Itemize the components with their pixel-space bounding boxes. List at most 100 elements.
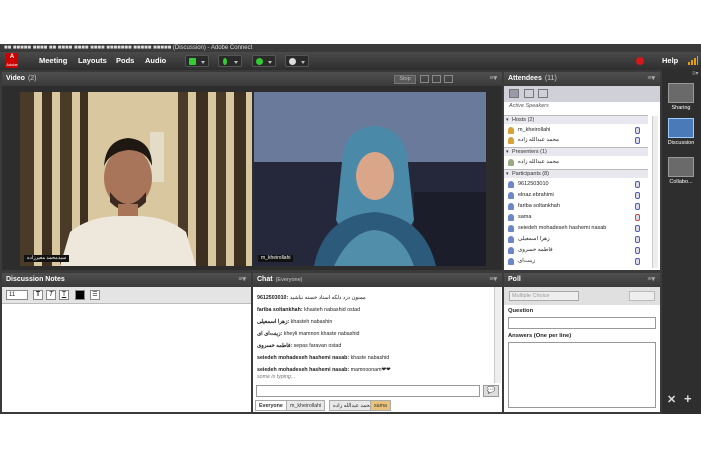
attendee-row[interactable]: seiedeh mohadeseh hashemi nasab [504,224,648,233]
add-layout-icon[interactable]: + [684,391,692,406]
pod-menu-icon[interactable]: ≡▾ [238,273,246,287]
attendee-row[interactable]: sama [504,213,648,222]
layout-label: Sharing [671,105,691,111]
chat-sender: seiedeh mohadeseh hashemi nasab: [257,355,350,361]
layout-large-icon[interactable] [444,75,453,83]
notes-text-area[interactable] [2,305,251,412]
pod-menu-icon[interactable]: ≡▾ [647,273,655,287]
record-indicator-icon[interactable] [636,57,644,65]
camera-button[interactable] [252,55,276,67]
chat-message: 9612503010: ممنون درد دلکه استاد خسته نب… [257,294,366,303]
attendee-toolbar [504,86,660,102]
chat-text: khaste nabashid [350,355,390,361]
window-title: ■■ ■■■■■ ■■■■ ■■ ■■■■ ■■■■ ■■■■ ■■■■■■■ … [0,44,701,52]
attendee-row[interactable]: فاطمه خسروی [504,246,648,255]
chat-pod-title: Chat [257,276,273,283]
layout-filmstrip-icon[interactable] [432,75,441,83]
sort-icon[interactable] [538,89,548,98]
underline-icon[interactable]: T [59,290,69,300]
poll-toolbar: Multiple Choice [504,287,660,305]
tab-private-chat[interactable]: sama [370,400,391,411]
typing-indicator: some is typing... [257,374,296,380]
question-input[interactable] [508,317,656,329]
microphone-muted-icon [635,214,640,221]
user-icon [508,181,514,188]
attendee-name: sama [518,214,532,220]
presenters-header[interactable]: Presenters (1) [504,147,648,157]
bold-icon[interactable]: T [33,290,43,300]
chat-text: sepas faravan ostad [293,343,342,349]
tab-everyone[interactable]: Everyone [255,400,287,411]
send-message-icon[interactable]: 💬 [483,385,499,397]
poll-pod-header: Poll ≡▾ [504,273,660,287]
presenter-video-image [20,92,252,266]
menu-meeting[interactable]: Meeting [39,56,67,66]
chat-message: زینت‌ای ای: kheyli mamnon khaste nabashi… [257,330,359,339]
layout-discussion[interactable]: Discussion [662,118,700,146]
menu-audio[interactable]: Audio [145,56,166,66]
italic-icon[interactable]: T [46,290,56,300]
attendee-scrollbar[interactable] [652,116,658,268]
menu-bar: A Adobe Meeting Layouts Pods Audio [0,52,701,70]
microphone-icon [635,247,640,254]
attendee-row[interactable]: محمد عبدالله زاده [504,158,648,167]
attendee-name: فاطمه خسروی [518,247,553,253]
chat-messages: 9612503010: ممنون درد دلکه استاد خسته نب… [253,287,494,383]
tools-icon[interactable]: ✕ [667,393,676,406]
chat-input[interactable] [256,385,480,397]
poll-type-select[interactable]: Multiple Choice [509,291,579,301]
menu-layouts[interactable]: Layouts [78,56,107,66]
chat-pod-header: Chat (Everyone) ≡▾ [253,273,502,287]
microphone-button[interactable] [218,55,242,67]
microphone-icon [635,192,640,199]
chat-pod: Chat (Everyone) ≡▾ 9612503010: ممنون درد د… [253,273,502,412]
attendees-pod-header: Attendees (11) ≡▾ [504,72,660,86]
attendee-row[interactable]: elnaz.ebrahimi [504,191,648,200]
speaker-button[interactable] [185,55,209,67]
status-button[interactable] [285,55,309,67]
attendee-name: elnaz.ebrahimi [518,192,554,198]
answers-textarea[interactable] [508,342,656,408]
attendee-row[interactable]: زهرا اسمعیلی [504,235,648,244]
chat-sender: fariba soltankhah: [257,307,303,313]
stop-button[interactable]: Stop [394,75,416,84]
hosts-header[interactable]: Hosts (2) [504,115,648,125]
tab-private-chat[interactable]: m_kheirollahi [286,400,326,411]
layout-collaboration[interactable]: Collabo... [662,157,700,185]
notes-pod-header: Discussion Notes ≡▾ [2,273,251,287]
chat-text: kheyli mamnon khaste nabashid [283,331,360,337]
video-feed-2: m_kheirollahi [254,92,486,266]
chat-text: mamnoonam❤❤ [350,367,391,373]
participants-header[interactable]: Participants (8) [504,169,648,179]
attendees-count: (11) [544,75,557,82]
chevron-down-icon [234,61,238,64]
menu-pods[interactable]: Pods [116,56,134,66]
attendee-row[interactable]: m_kheirollahi [504,126,648,135]
pod-menu-icon[interactable]: ≡▾ [489,72,497,86]
pod-menu-icon[interactable]: ≡▾ [647,72,655,86]
attendee-row[interactable]: fariba soltankhah [504,202,648,211]
microphone-icon [635,181,640,188]
attendee-row[interactable]: محمد عبدالله زاده [504,136,648,145]
panel-menu-icon[interactable]: ≡▾ [692,70,699,77]
layout-label: Collabo... [669,179,693,185]
font-size-select[interactable]: 11 [6,290,28,300]
attendee-row[interactable]: 9612503010 [504,180,648,189]
user-icon [508,192,514,199]
attendee-name: m_kheirollahi [518,127,551,133]
attendee-row[interactable]: زینت‌ای [504,257,648,266]
attendee-name: seiedeh mohadeseh hashemi nasab [518,225,607,231]
active-speakers-label: Active Speakers [509,103,549,109]
bullet-list-icon[interactable]: ☰ [90,290,100,300]
layout-sharing[interactable]: Sharing [662,83,700,111]
list-view-icon[interactable] [509,89,519,98]
open-poll-button[interactable] [629,291,655,301]
layout-label: Discussion [667,140,695,146]
chat-scrollbar[interactable] [494,287,501,383]
text-color-icon[interactable] [75,290,85,300]
layout-grid-icon[interactable] [420,75,429,83]
grid-view-icon[interactable] [524,89,534,98]
pod-menu-icon[interactable]: ≡▾ [489,273,497,287]
help-menu[interactable]: Help [662,56,678,65]
raise-hand-icon [289,58,296,65]
